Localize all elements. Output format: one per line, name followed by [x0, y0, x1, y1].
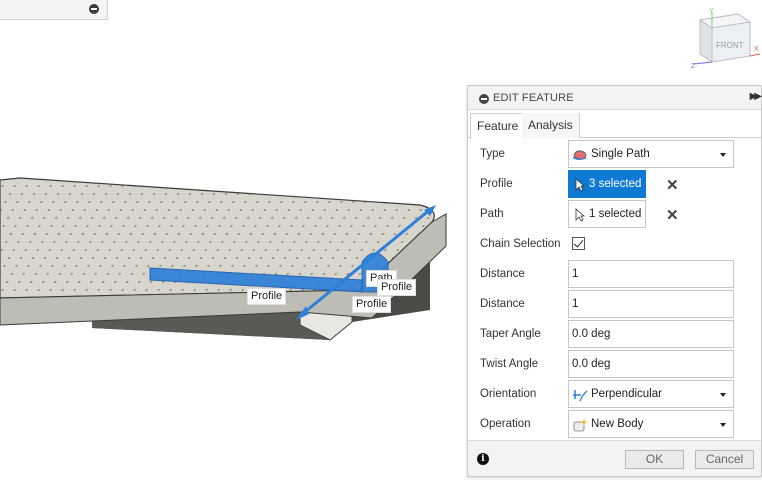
type-label: Type: [480, 148, 505, 160]
distance-row-2: Distance 1: [480, 290, 750, 318]
axis-x-label: X: [754, 46, 759, 53]
orientation-value: Perpendicular: [591, 388, 662, 400]
operation-value: New Body: [591, 418, 644, 430]
distance-label: Distance: [480, 268, 525, 280]
perpendicular-icon: [573, 390, 588, 402]
twist-angle-input[interactable]: 0.0 deg: [568, 350, 734, 378]
type-value: Single Path: [591, 148, 650, 160]
type-dropdown[interactable]: Single Path: [568, 140, 734, 168]
profile-label: Profile: [352, 296, 392, 313]
profile-label: Profile: [480, 178, 513, 190]
path-select-button[interactable]: 1 selected: [568, 200, 646, 228]
profile-label: Profile: [377, 279, 417, 296]
single-path-icon: [572, 150, 587, 160]
orientation-dropdown[interactable]: Perpendicular: [568, 380, 734, 408]
chevron-down-icon: [720, 153, 726, 157]
tab-feature[interactable]: Feature: [470, 113, 526, 139]
chain-selection-label: Chain Selection: [480, 238, 561, 250]
dialog-tabs: Feature Analysis: [468, 110, 761, 139]
chain-selection-checkbox[interactable]: [572, 237, 585, 250]
canvas-viewport[interactable]: Profile Path Profile Profile FRONT Y Z X…: [0, 0, 762, 485]
taper-angle-label: Taper Angle: [480, 328, 541, 340]
distance-input-2[interactable]: 1: [568, 290, 734, 318]
tab-analysis[interactable]: Analysis: [522, 113, 580, 138]
expand-icon[interactable]: ▶▶: [750, 91, 762, 102]
new-body-icon: [573, 419, 588, 432]
viewcube[interactable]: FRONT Y Z X: [688, 4, 762, 70]
taper-angle-input[interactable]: 0.0 deg: [568, 320, 734, 348]
viewcube-face-label: FRONT: [716, 41, 744, 50]
edit-feature-dialog: EDIT FEATURE ▶▶ Feature Analysis Type Si…: [467, 85, 762, 477]
dialog-footer: i OK Cancel: [468, 440, 761, 476]
cursor-arrow-icon: [575, 208, 585, 222]
path-value: 1 selected: [589, 208, 642, 220]
twist-angle-value: 0.0 deg: [572, 358, 611, 370]
twist-angle-row: Twist Angle 0.0 deg: [480, 350, 750, 378]
orientation-label: Orientation: [480, 388, 537, 400]
chevron-down-icon: [720, 423, 726, 427]
cancel-button[interactable]: Cancel: [695, 450, 754, 469]
operation-dropdown[interactable]: New Body: [568, 410, 734, 438]
operation-row: Operation New Body: [480, 410, 750, 438]
profile-select-button[interactable]: 3 selected: [568, 170, 646, 198]
distance-row: Distance 1: [480, 260, 750, 288]
path-row: Path 1 selected ✕: [480, 200, 750, 228]
chevron-down-icon: [720, 393, 726, 397]
clear-profile-icon[interactable]: ✕: [666, 176, 679, 194]
profile-row: Profile 3 selected ✕: [480, 170, 750, 198]
distance-input[interactable]: 1: [568, 260, 734, 288]
taper-angle-value: 0.0 deg: [572, 328, 611, 340]
axis-z-label: Z: [691, 63, 696, 70]
operation-label: Operation: [480, 418, 531, 430]
twist-angle-label: Twist Angle: [480, 358, 539, 370]
info-icon[interactable]: i: [477, 453, 489, 465]
ok-button[interactable]: OK: [625, 450, 684, 469]
chain-selection-row: Chain Selection: [480, 230, 750, 258]
profile-label: Profile: [247, 288, 287, 305]
distance-value-2: 1: [572, 298, 579, 310]
distance-label-2: Distance: [480, 298, 525, 310]
path-label: Path: [480, 208, 504, 220]
dialog-header: EDIT FEATURE ▶▶: [468, 86, 762, 110]
distance-value: 1: [572, 268, 579, 280]
collapse-icon[interactable]: [479, 94, 489, 104]
orientation-row: Orientation Perpendicular: [480, 380, 750, 408]
clear-path-icon[interactable]: ✕: [666, 206, 679, 224]
taper-angle-row: Taper Angle 0.0 deg: [480, 320, 750, 348]
dialog-title: EDIT FEATURE: [493, 92, 574, 104]
type-row: Type Single Path: [480, 140, 750, 168]
cursor-arrow-icon: [575, 178, 585, 192]
axis-y-label: Y: [709, 8, 714, 15]
profile-value: 3 selected: [589, 178, 642, 190]
